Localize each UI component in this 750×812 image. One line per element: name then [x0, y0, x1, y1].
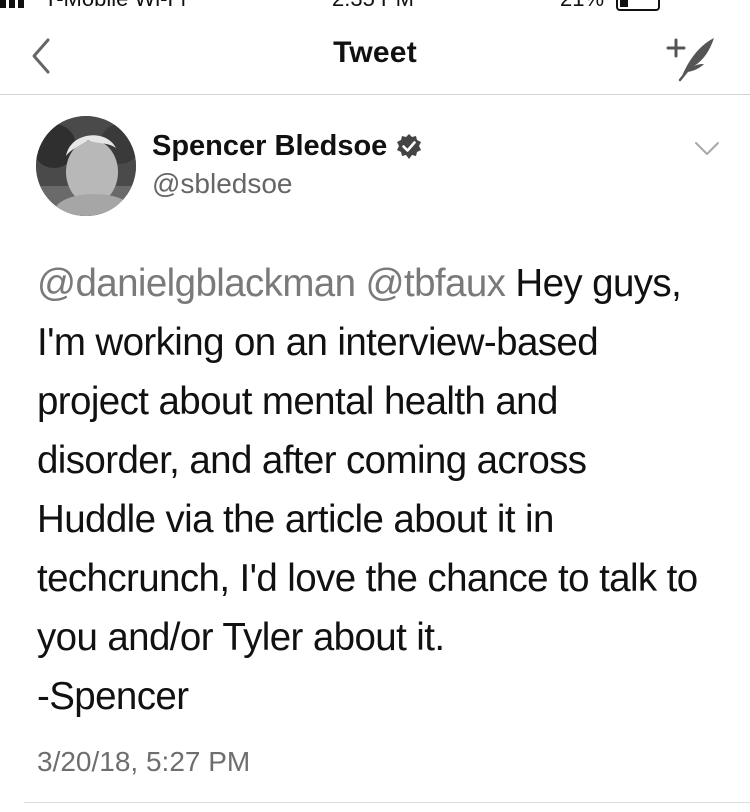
- status-bar: T-Mobile Wi-Fi 2:35 PM 21%: [0, 0, 750, 11]
- author-avatar[interactable]: [36, 116, 136, 216]
- author-name-row: Spencer Bledsoe: [152, 130, 423, 163]
- tweet-line: project about mental health and: [37, 380, 558, 423]
- tweet-line: techcrunch, I'd love the chance to talk …: [37, 557, 698, 600]
- tweet-line: I'm working on an interview-based: [37, 321, 599, 364]
- navigation-bar: Tweet: [0, 10, 750, 95]
- compose-tweet-icon: [666, 38, 714, 82]
- chevron-down-icon[interactable]: [694, 140, 720, 158]
- tweet-line: @danielgblackman @tbfaux Hey guys,: [37, 262, 682, 305]
- signal-strength-icon: [0, 0, 24, 8]
- tweet-line: Huddle via the article about it in: [37, 498, 554, 541]
- avatar-photo: [36, 116, 136, 216]
- tweet-line: you and/or Tyler about it.: [37, 616, 445, 659]
- verified-badge-icon: [397, 133, 422, 159]
- tweet-line: disorder, and after coming across: [37, 439, 587, 482]
- page-title: Tweet: [333, 36, 417, 69]
- tweet-line: -Spencer: [37, 675, 189, 718]
- mention-link[interactable]: @danielgblackman @tbfaux: [37, 262, 506, 305]
- divider: [24, 802, 750, 803]
- tweet-text: @danielgblackman @tbfaux Hey guys, I'm w…: [37, 254, 727, 726]
- tweet-timestamp: 3/20/18, 5:27 PM: [37, 746, 251, 777]
- author-display-name[interactable]: Spencer Bledsoe: [152, 130, 387, 163]
- author-handle[interactable]: @sbledsoe: [152, 168, 293, 200]
- compose-tweet-button[interactable]: [664, 30, 722, 84]
